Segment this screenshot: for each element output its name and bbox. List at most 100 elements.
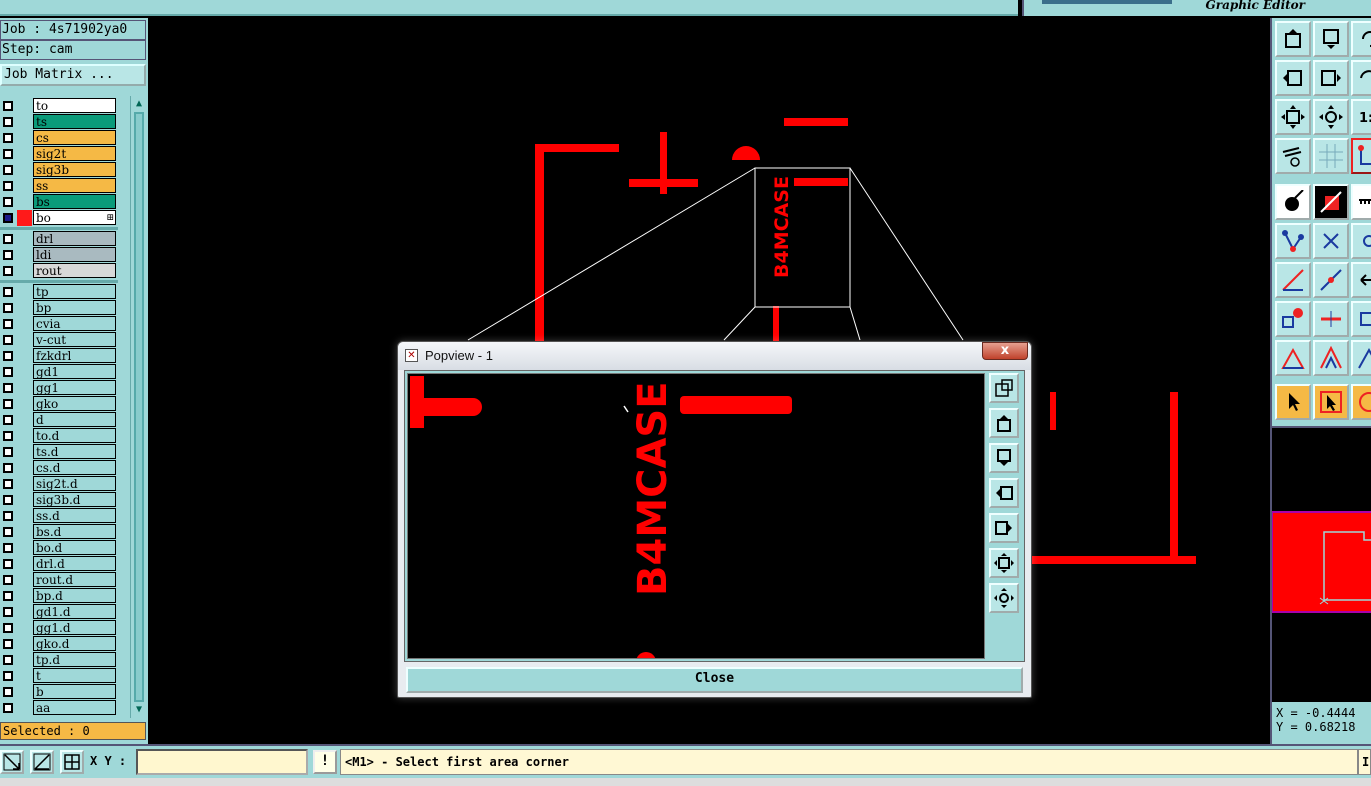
layer-name[interactable]: sig2t	[33, 146, 116, 161]
layer-row-bp.d[interactable]: bp.d	[0, 588, 118, 604]
pan-right-button[interactable]	[1313, 60, 1349, 96]
layer-name[interactable]: t	[33, 668, 116, 683]
layer-name[interactable]: ts.d	[33, 444, 116, 459]
layer-row-sig2t[interactable]: sig2t	[0, 146, 118, 162]
layer-name[interactable]: sig2t.d	[33, 476, 116, 491]
add-text-button[interactable]	[1351, 184, 1371, 220]
layer-checkbox[interactable]	[3, 511, 13, 521]
layer-checkbox[interactable]	[3, 655, 13, 665]
layer-name[interactable]: bp	[33, 300, 116, 315]
layer-checkbox[interactable]	[3, 559, 13, 569]
layer-name[interactable]: gg1	[33, 380, 116, 395]
layer-row-bs.d[interactable]: bs.d	[0, 524, 118, 540]
layer-row-to[interactable]: to	[0, 98, 118, 114]
warning-button[interactable]: !	[313, 750, 337, 774]
layer-list-scrollbar[interactable]: ▲ ▼	[130, 96, 146, 718]
zoom-profile-button[interactable]	[1313, 99, 1349, 135]
rotate-button[interactable]	[1351, 21, 1371, 57]
layer-checkbox[interactable]	[3, 133, 13, 143]
layer-row-aa[interactable]: aa	[0, 700, 118, 716]
layer-checkbox[interactable]	[3, 527, 13, 537]
pan-left-button[interactable]	[1275, 60, 1311, 96]
layer-row-ts[interactable]: ts	[0, 114, 118, 130]
add-surface-button[interactable]	[1313, 184, 1349, 220]
cutout-button[interactable]	[1313, 340, 1349, 376]
layer-checkbox[interactable]	[3, 181, 13, 191]
polygon-select-button[interactable]	[1351, 384, 1371, 420]
layer-row-gko[interactable]: gko	[0, 396, 118, 412]
pv-pan-right-button[interactable]	[989, 513, 1019, 543]
layer-checkbox[interactable]	[3, 415, 13, 425]
layer-row-gd1[interactable]: gd1	[0, 364, 118, 380]
layer-name[interactable]: bp.d	[33, 588, 116, 603]
redraw-button[interactable]	[1351, 60, 1371, 96]
layer-checkbox[interactable]	[3, 351, 13, 361]
layer-checkbox[interactable]	[3, 703, 13, 713]
layer-name[interactable]: gd1.d	[33, 604, 116, 619]
layer-checkbox[interactable]	[3, 447, 13, 457]
layer-row-to.d[interactable]: to.d	[0, 428, 118, 444]
layer-checkbox[interactable]	[3, 213, 13, 223]
layer-checkbox[interactable]	[3, 197, 13, 207]
popview-window[interactable]: ✕ Popview - 1 x B4MCASE Close	[397, 341, 1032, 698]
contour-button[interactable]	[1351, 340, 1371, 376]
snap-button[interactable]	[1351, 138, 1371, 174]
add-line-button[interactable]	[1275, 262, 1311, 298]
layer-row-rout[interactable]: rout	[0, 263, 118, 279]
layer-checkbox[interactable]	[3, 319, 13, 329]
move-vertex-button[interactable]	[1275, 223, 1311, 259]
layer-row-ldi[interactable]: ldi	[0, 247, 118, 263]
delete-vertex-button[interactable]	[1313, 223, 1349, 259]
layer-name[interactable]: drl.d	[33, 556, 116, 571]
popview-close-button[interactable]: Close	[406, 667, 1023, 693]
measure-button[interactable]	[1275, 138, 1311, 174]
layer-checkbox[interactable]	[3, 165, 13, 175]
layer-row-gd1.d[interactable]: gd1.d	[0, 604, 118, 620]
layer-row-cvia[interactable]: cvia	[0, 316, 118, 332]
layer-checkbox[interactable]	[3, 234, 13, 244]
layer-row-tp[interactable]: tp	[0, 284, 118, 300]
layer-row-bo.d[interactable]: bo.d	[0, 540, 118, 556]
arrow-tool-button[interactable]	[1351, 262, 1371, 298]
layer-row-cs.d[interactable]: cs.d	[0, 460, 118, 476]
layer-checkbox[interactable]	[3, 687, 13, 697]
layer-name[interactable]: cs	[33, 130, 116, 145]
layer-checkbox[interactable]	[3, 591, 13, 601]
layer-row-gg1[interactable]: gg1	[0, 380, 118, 396]
layer-checkbox[interactable]	[3, 250, 13, 260]
layer-checkbox[interactable]	[3, 431, 13, 441]
layer-checkbox[interactable]	[3, 117, 13, 127]
layer-row-d[interactable]: d	[0, 412, 118, 428]
pv-pan-up-button[interactable]	[989, 408, 1019, 438]
scroll-up-icon[interactable]: ▲	[133, 98, 145, 110]
layer-name[interactable]: aa	[33, 700, 116, 715]
layer-checkbox[interactable]	[3, 101, 13, 111]
layer-row-bp[interactable]: bp	[0, 300, 118, 316]
window-close-icon[interactable]: x	[982, 342, 1028, 360]
layer-name[interactable]: to.d	[33, 428, 116, 443]
layer-row-rout.d[interactable]: rout.d	[0, 572, 118, 588]
layer-row-bs[interactable]: bs	[0, 194, 118, 210]
layer-row-sig3b.d[interactable]: sig3b.d	[0, 492, 118, 508]
pv-zoom-fit-button[interactable]	[989, 548, 1019, 578]
layer-checkbox[interactable]	[3, 671, 13, 681]
layer-name[interactable]: sig3b	[33, 162, 116, 177]
layer-name[interactable]: sig3b.d	[33, 492, 116, 507]
layer-checkbox[interactable]	[3, 463, 13, 473]
grid-button[interactable]	[1313, 138, 1349, 174]
layer-name[interactable]: fzkdrl	[33, 348, 116, 363]
layer-row-ss[interactable]: ss	[0, 178, 118, 194]
add-pad-button[interactable]	[1275, 184, 1311, 220]
snap-mode-button[interactable]	[0, 750, 24, 774]
zoom-fit-button[interactable]	[1275, 99, 1311, 135]
layer-name[interactable]: gg1.d	[33, 620, 116, 635]
pan-down-button[interactable]	[1313, 21, 1349, 57]
layer-row-bo[interactable]: bo ⊞	[0, 210, 118, 226]
layer-checkbox[interactable]	[3, 607, 13, 617]
layer-row-v-cut[interactable]: v-cut	[0, 332, 118, 348]
layer-name[interactable]: cs.d	[33, 460, 116, 475]
layer-name[interactable]: drl	[33, 231, 116, 246]
job-matrix-button[interactable]: Job Matrix ...	[0, 64, 146, 86]
scroll-thumb[interactable]	[134, 112, 144, 702]
layer-row-b[interactable]: b	[0, 684, 118, 700]
